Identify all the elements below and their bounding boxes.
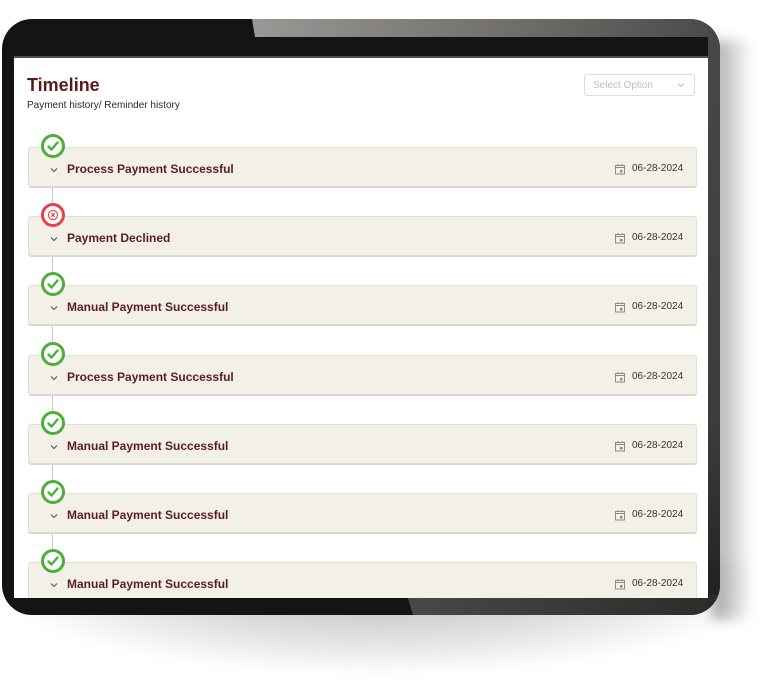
page-subtitle: Payment history/ Reminder history <box>27 100 180 111</box>
filter-select[interactable]: Select Option <box>584 74 695 96</box>
bezel-sheen-bottom <box>407 595 720 615</box>
chevron-down-icon[interactable] <box>49 442 59 452</box>
device-mockup: Timeline Payment history/ Reminder histo… <box>0 0 769 684</box>
timeline-item-date: 06-28-2024 <box>632 163 684 174</box>
timeline-item-date: 06-28-2024 <box>632 370 684 382</box>
calendar-icon <box>615 164 625 175</box>
check-circle-icon <box>41 134 65 158</box>
timeline-item-header[interactable]: Manual Payment Successful 06-28-2024 <box>28 562 697 598</box>
calendar-icon <box>615 233 625 244</box>
timeline-item-header[interactable]: Manual Payment Successful 06-28-2024 <box>28 285 697 327</box>
timeline-item-title: Manual Payment Successful <box>67 577 229 592</box>
chevron-down-icon[interactable] <box>49 373 59 383</box>
timeline-item-header[interactable]: Process Payment Successful 06-28-2024 <box>28 147 697 188</box>
check-circle-icon <box>41 549 65 574</box>
filter-select-placeholder: Select Option <box>593 80 654 91</box>
timeline-item-date: 06-28-2024 <box>632 509 684 520</box>
timeline-item-header[interactable]: Process Payment Successful 06-28-2024 <box>28 354 697 396</box>
page-title: Timeline <box>27 75 100 95</box>
calendar-icon <box>615 302 625 313</box>
chevron-down-icon[interactable] <box>49 511 59 521</box>
timeline-item-header[interactable]: Payment Declined 06-28-2024 <box>28 216 697 258</box>
chevron-down-icon <box>677 83 685 88</box>
timeline-item: Payment Declined 06-28-2024 <box>28 199 697 268</box>
calendar-icon <box>615 440 625 452</box>
timeline-item-title: Process Payment Successful <box>67 369 234 384</box>
timeline-item-title: Manual Payment Successful <box>67 508 229 522</box>
timeline-item-title: Manual Payment Successful <box>67 438 229 453</box>
bezel-sheen-top <box>252 19 720 37</box>
tablet-screen: Timeline Payment history/ Reminder histo… <box>14 56 708 598</box>
bezel-sheen-right <box>708 19 720 615</box>
chevron-down-icon[interactable] <box>49 234 59 244</box>
timeline-item-date: 06-28-2024 <box>632 232 684 244</box>
chevron-down-icon[interactable] <box>49 165 59 175</box>
timeline-item-title: Manual Payment Successful <box>67 300 229 315</box>
timeline-item-title: Payment Declined <box>67 231 171 246</box>
x-circle-icon <box>41 203 65 228</box>
timeline-item-date: 06-28-2024 <box>632 439 684 451</box>
check-circle-icon <box>41 341 65 366</box>
timeline-item: Manual Payment Successful 06-28-2024 <box>28 407 697 476</box>
check-circle-icon <box>41 410 65 435</box>
timeline-item-header[interactable]: Manual Payment Successful 06-28-2024 <box>28 423 697 465</box>
check-circle-icon <box>41 480 65 504</box>
calendar-icon <box>615 510 625 521</box>
chevron-down-icon[interactable] <box>49 303 59 313</box>
timeline-item: Manual Payment Successful 06-28-2024 <box>28 268 697 337</box>
check-circle-icon <box>41 272 65 297</box>
calendar-icon <box>615 371 625 383</box>
timeline-item: Manual Payment Successful 06-28-2024 <box>28 545 697 598</box>
timeline-item-header[interactable]: Manual Payment Successful 06-28-2024 <box>28 493 697 534</box>
chevron-down-icon[interactable] <box>49 580 59 590</box>
timeline-item-date: 06-28-2024 <box>632 301 684 313</box>
timeline-item-title: Process Payment Successful <box>67 162 234 176</box>
timeline-item: Manual Payment Successful 06-28-2024 <box>28 476 697 545</box>
timeline-item-date: 06-28-2024 <box>632 578 684 590</box>
calendar-icon <box>615 579 625 590</box>
timeline-item: Process Payment Successful 06-28-2024 <box>28 338 697 407</box>
timeline-item: Process Payment Successful 06-28-2024 <box>28 130 697 199</box>
